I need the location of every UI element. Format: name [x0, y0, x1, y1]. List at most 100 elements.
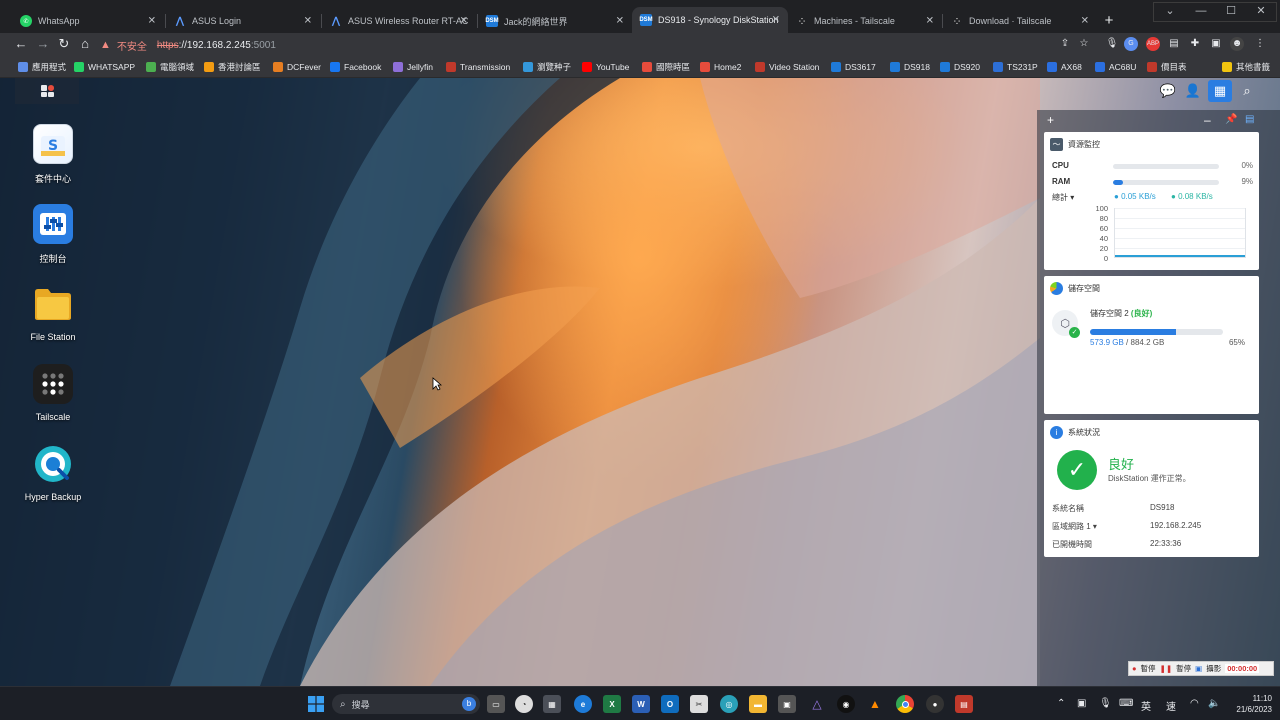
share-icon[interactable]: ⇪ [1058, 37, 1072, 51]
profile-avatar[interactable]: ☻ [1230, 37, 1244, 51]
vlc-icon[interactable]: ▲ [866, 695, 884, 713]
record-button[interactable]: 攝影 [1206, 663, 1221, 674]
tray-overflow-icon[interactable]: ⌃ [1057, 698, 1065, 709]
home-icon[interactable]: ⌂ [77, 36, 93, 52]
app-control-panel[interactable]: 控制台 [18, 204, 88, 265]
resource-monitor-widget[interactable]: 〜 資源監控 CPU 0% RAM 9% 總計 ▾ ● 0.05 KB/s ● … [1044, 132, 1259, 270]
pause-audio-button[interactable]: 暫停 [1176, 663, 1191, 674]
network-app-icon[interactable]: ◎ [720, 695, 738, 713]
tab-tailscale-machines[interactable]: ⁘ Machines - Tailscale ✕ [788, 9, 942, 33]
widgets-toggle-icon[interactable]: ▦ [1208, 80, 1232, 102]
bookmark-item[interactable]: 香港討論區 [204, 60, 261, 74]
tab-whatsapp[interactable]: ✆ WhatsApp ✕ [12, 9, 164, 33]
tab-jack-blog[interactable]: DSM Jack的網絡世界 ✕ [478, 9, 632, 33]
tab-search-icon[interactable]: ⌄ [1153, 3, 1187, 21]
wifi-icon[interactable]: ◠ [1190, 698, 1199, 709]
app-hyper-backup[interactable]: Hyper Backup [18, 444, 88, 502]
new-tab-button[interactable]: + [1100, 12, 1118, 30]
bookmark-item[interactable]: AX68 [1047, 60, 1082, 74]
pause-button[interactable]: 暫停 [1141, 663, 1156, 674]
task-view-icon[interactable]: ▭ [487, 695, 505, 713]
bookmark-item[interactable]: 價目表 [1147, 60, 1187, 74]
system-clock[interactable]: 11:10 21/6/2023 [1226, 693, 1272, 715]
dsm-desktop[interactable]: 💬 👤 ▦ ⌕ S 套件中心 控制台 File Station Tailscal… [0, 78, 1280, 686]
bookmark-item[interactable]: Transmission [446, 60, 510, 74]
tab-asus-router[interactable]: ⋀ ASUS Wireless Router RT-AC6 ✕ [322, 9, 476, 33]
ime-language[interactable]: 英 [1141, 698, 1151, 713]
keyboard-icon[interactable]: ⌨ [1119, 698, 1133, 709]
system-health-widget[interactable]: i 系統狀況 ✓ 良好 DiskStation 運作正常。 系統名稱 DS918 … [1044, 420, 1259, 557]
store-icon[interactable]: ▣ [778, 695, 796, 713]
minimize-button[interactable]: — [1184, 3, 1218, 21]
back-button[interactable]: ← [13, 36, 29, 52]
bookmark-item[interactable]: Facebook [330, 60, 381, 74]
close-icon[interactable]: ✕ [148, 16, 156, 27]
close-icon[interactable]: ✕ [1081, 16, 1089, 27]
bookmark-item[interactable]: 電腦領域 [146, 60, 194, 74]
close-icon[interactable]: ✕ [460, 16, 468, 27]
calculator-icon[interactable]: ▦ [543, 695, 561, 713]
pin-icon[interactable]: 📌 [1225, 113, 1237, 127]
recorder-app-icon[interactable]: ● [926, 695, 944, 713]
edge-icon[interactable]: e [574, 695, 592, 713]
reload-button[interactable]: ↻ [56, 36, 72, 52]
media-app-icon[interactable]: ▤ [955, 695, 973, 713]
bookmark-item[interactable]: DCFever [273, 60, 321, 74]
clock-app-icon[interactable]: ◔ [515, 695, 533, 713]
volume-icon[interactable]: 🔈 [1208, 698, 1220, 709]
app-file-station[interactable]: File Station [18, 284, 88, 342]
file-explorer-icon[interactable]: ▬ [749, 695, 767, 713]
minimize-widgets-button[interactable]: – [1204, 113, 1211, 127]
search-icon[interactable]: ⌕ [1235, 80, 1259, 102]
bookmark-item[interactable]: WHATSAPP [74, 60, 135, 74]
outlook-icon[interactable]: O [661, 695, 679, 713]
close-window-button[interactable]: ✕ [1244, 3, 1278, 21]
close-icon[interactable]: ✕ [926, 16, 934, 27]
address-bar[interactable]: ▲ 不安全 https://192.168.2.245:5001 [100, 35, 1120, 55]
tab-asus-login[interactable]: ⋀ ASUS Login ✕ [166, 9, 320, 33]
add-widget-button[interactable]: + [1047, 113, 1054, 127]
bookmark-item[interactable]: Home2 [700, 60, 741, 74]
network-dropdown[interactable]: 總計 ▾ [1052, 192, 1074, 203]
bookmark-item[interactable]: 國際時區 [642, 60, 690, 74]
excel-icon[interactable]: X [603, 695, 621, 713]
storage-widget[interactable]: 儲存空間 ⬡ ✓ 儲存空間 2 (良好) 573.9 GB / 884.2 GB… [1044, 276, 1259, 414]
github-icon[interactable]: ◉ [837, 695, 855, 713]
bookmark-item[interactable]: AC68U [1095, 60, 1136, 74]
extension-icon[interactable]: ▤ [1167, 37, 1181, 51]
microphone-icon[interactable]: 🎙 [1099, 698, 1112, 709]
maximize-button[interactable]: ☐ [1214, 3, 1248, 21]
bookmark-item[interactable]: YouTube [582, 60, 629, 74]
snipping-tool-icon[interactable]: ✂ [690, 695, 708, 713]
widget-menu-icon[interactable]: ▤ [1245, 113, 1254, 127]
adblock-icon[interactable]: ABP [1146, 37, 1160, 51]
app-package-center[interactable]: S 套件中心 [18, 124, 88, 185]
taskbar-search[interactable]: ⌕ 搜尋 b [332, 694, 480, 714]
chat-icon[interactable]: 💬 [1156, 80, 1180, 102]
tab-ds918[interactable]: DSM DS918 - Synology DiskStation ✕ [632, 7, 788, 33]
bookmark-item[interactable]: DS918 [890, 60, 930, 74]
start-button[interactable] [307, 695, 325, 713]
main-menu-button[interactable] [15, 78, 79, 104]
close-icon[interactable]: ✕ [772, 15, 780, 26]
forward-button[interactable]: → [35, 36, 51, 52]
jellyfin-icon[interactable]: △ [808, 695, 826, 713]
word-icon[interactable]: W [632, 695, 650, 713]
puzzle-icon[interactable]: ✚ [1188, 37, 1202, 51]
app-tailscale[interactable]: Tailscale [18, 364, 88, 422]
bookmark-item[interactable]: Jellyfin [393, 60, 433, 74]
chrome-icon[interactable] [896, 695, 914, 713]
sidebar-icon[interactable]: ▣ [1209, 37, 1223, 51]
close-icon[interactable]: ✕ [304, 16, 312, 27]
microphone-icon[interactable]: 🎙 [1105, 37, 1119, 51]
tab-tailscale-download[interactable]: ⁘ Download · Tailscale ✕ [943, 9, 1097, 33]
ime-mode[interactable]: 速 [1166, 698, 1176, 713]
user-icon[interactable]: 👤 [1181, 80, 1205, 102]
bookmark-item[interactable]: 應用程式 [18, 60, 66, 74]
close-icon[interactable]: ✕ [616, 16, 624, 27]
extension-translate-icon[interactable]: G [1124, 37, 1138, 51]
bookmark-item[interactable]: TS231P [993, 60, 1038, 74]
insecure-label[interactable]: 不安全 [117, 38, 147, 53]
bookmark-star-icon[interactable]: ☆ [1077, 37, 1091, 51]
bookmark-item[interactable]: Video Station [755, 60, 819, 74]
